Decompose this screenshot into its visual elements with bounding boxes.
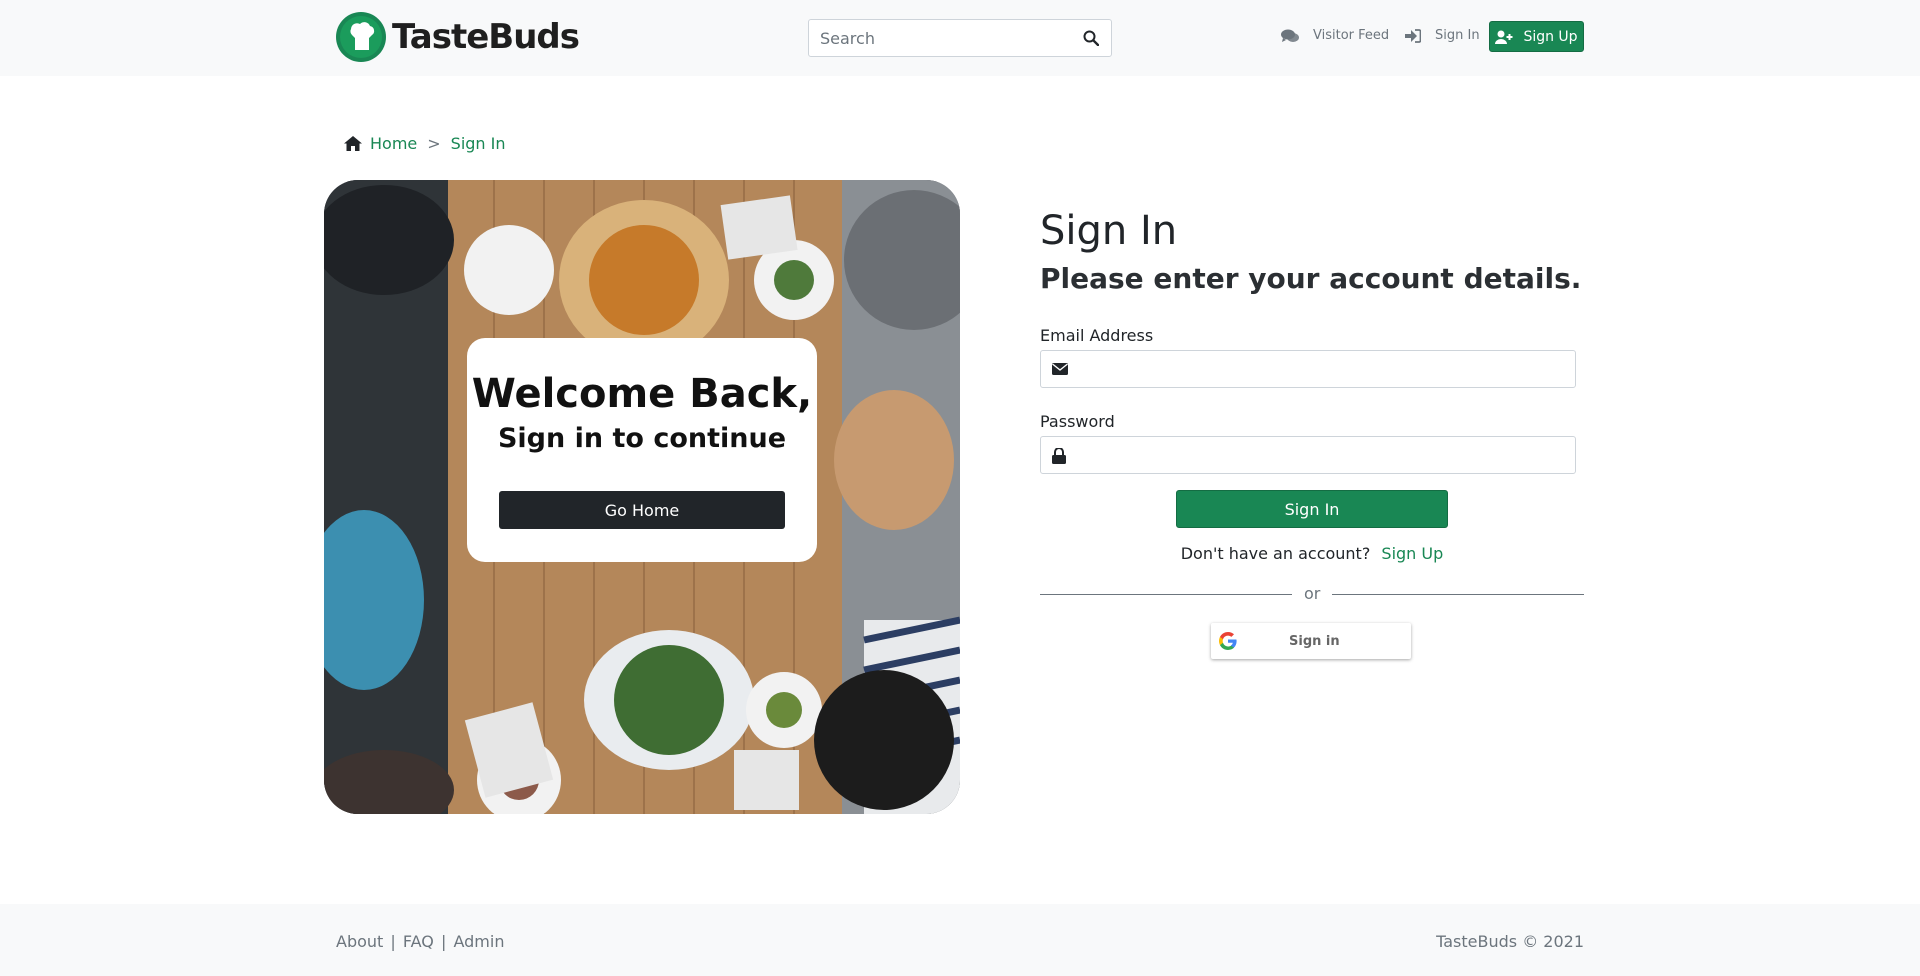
email-input[interactable] [1075,351,1571,387]
form-title: Sign In [1040,208,1178,254]
password-label: Password [1040,412,1115,431]
breadcrumb-home[interactable]: Home [370,134,417,153]
or-divider: or [1040,584,1584,604]
footer-separator: | [390,932,396,951]
nav-visitor-feed[interactable]: Visitor Feed [1281,28,1389,43]
comments-icon [1281,29,1299,42]
welcome-subtitle: Sign in to continue [497,423,787,454]
user-plus-icon [1495,30,1513,44]
footer-copyright: TasteBuds © 2021 [1436,932,1584,951]
footer-faq-link[interactable]: FAQ [403,932,434,951]
google-icon [1219,632,1237,650]
footer-links: About | FAQ | Admin [336,932,504,951]
breadcrumb-separator: > [427,134,441,153]
divider-text: or [1304,584,1321,603]
nav-visitor-feed-label: Visitor Feed [1313,28,1390,43]
welcome-card: Welcome Back, Sign in to continue Go Hom… [467,338,817,562]
no-account-line: Don't have an account? Sign Up [1040,544,1584,563]
hero-panel: Welcome Back, Sign in to continue Go Hom… [324,180,960,814]
sign-in-form: Sign In Please enter your account detail… [1040,208,1584,659]
footer: About | FAQ | Admin TasteBuds © 2021 [0,904,1920,976]
footer-separator: | [440,932,447,951]
email-field[interactable] [1040,350,1576,388]
footer-admin-link[interactable]: Admin [453,932,504,951]
brand[interactable]: TasteBuds [336,12,580,62]
no-account-text: Don't have an account? [1180,544,1371,563]
sign-in-submit-button[interactable]: Sign In [1176,490,1448,528]
search-box [808,19,1112,57]
sign-up-link[interactable]: Sign Up [1381,544,1443,563]
search-icon[interactable] [1083,30,1099,46]
password-input[interactable] [1075,437,1571,473]
nav-sign-in[interactable]: Sign In [1405,28,1480,43]
go-home-button[interactable]: Go Home [499,491,785,529]
google-sign-in-label: Sign in [1289,633,1340,649]
footer-about-link[interactable]: About [336,932,383,951]
logo-icon [336,12,386,62]
breadcrumb-current[interactable]: Sign In [451,134,506,153]
sign-up-button[interactable]: Sign Up [1489,21,1584,52]
divider-line-right [1332,594,1584,595]
google-sign-in-button[interactable]: Sign in [1211,623,1411,659]
lock-icon [1052,448,1066,464]
password-field[interactable] [1040,436,1576,474]
sign-in-icon [1405,28,1421,43]
divider-line-left [1040,594,1292,595]
navbar: TasteBuds Visitor Feed Sign In Sign Up [0,0,1920,76]
email-label: Email Address [1040,326,1154,345]
breadcrumb: Home > Sign In [344,134,506,153]
search-input[interactable] [809,20,1069,56]
nav-sign-in-label: Sign In [1435,28,1480,43]
home-icon [344,136,362,151]
brand-name: TasteBuds [392,17,580,57]
envelope-icon [1052,363,1068,375]
welcome-title: Welcome Back, [471,371,813,417]
sign-up-button-label: Sign Up [1523,28,1578,45]
form-subtitle: Please enter your account details. [1040,262,1582,295]
